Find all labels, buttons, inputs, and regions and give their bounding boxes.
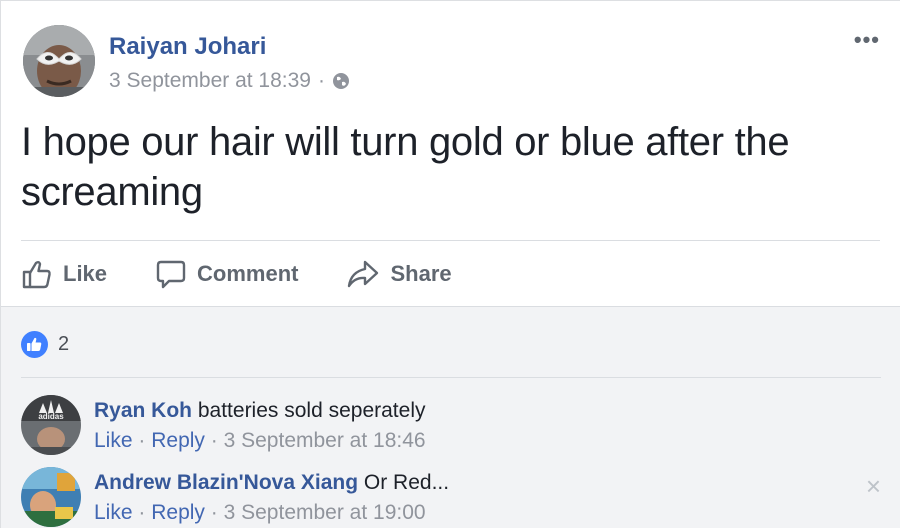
close-icon[interactable]: × (866, 471, 881, 502)
comment-reply-link[interactable]: Reply (151, 501, 205, 524)
commenter-avatar[interactable] (21, 467, 81, 527)
meta-separator: · (317, 69, 325, 92)
comment-like-link[interactable]: Like (94, 501, 133, 524)
thumbs-up-icon (21, 331, 48, 358)
thumbs-up-outline-icon (22, 261, 51, 289)
author-avatar-image (23, 25, 95, 97)
commenter-avatar-image (21, 467, 81, 527)
footer-separator: · (210, 501, 218, 524)
comment-body: Andrew Blazin'Nova Xiang Or Red... (94, 469, 449, 497)
post-meta: 3 September at 18:39 · (109, 69, 350, 93)
comment-text: batteries sold seperately (197, 399, 426, 422)
globe-icon[interactable] (332, 72, 350, 90)
comment-label: Comment (197, 261, 299, 286)
commenter-name[interactable]: Andrew Blazin'Nova Xiang (94, 471, 358, 494)
share-label: Share (390, 261, 452, 286)
footer-separator: · (138, 429, 146, 452)
footer-separator: · (138, 501, 146, 524)
commenter-avatar-image: adidas (21, 395, 81, 455)
comment-timestamp[interactable]: 3 September at 18:46 (224, 429, 426, 452)
action-bar: Like Comment Share (21, 251, 452, 297)
comment-timestamp[interactable]: 3 September at 19:00 (224, 501, 426, 524)
comment-footer: Like · Reply · 3 September at 19:00 (94, 501, 426, 525)
adidas-logo-text: adidas (38, 412, 64, 421)
comment-footer: Like · Reply · 3 September at 18:46 (94, 429, 426, 453)
post-timestamp[interactable]: 3 September at 18:39 (109, 69, 311, 93)
more-options-button[interactable]: ••• (854, 27, 880, 53)
like-label: Like (63, 261, 108, 286)
reaction-count: 2 (58, 333, 70, 355)
footer-separator: · (210, 429, 218, 452)
comment-like-link[interactable]: Like (94, 429, 133, 452)
post-card: Raiyan Johari 3 September at 18:39 · •••… (0, 0, 900, 528)
comment-button[interactable]: Comment (155, 258, 298, 290)
like-button[interactable]: Like (21, 258, 107, 290)
share-arrow-icon (348, 260, 379, 288)
author-avatar[interactable] (23, 25, 95, 97)
post-text: I hope our hair will turn gold or blue a… (21, 120, 790, 214)
divider (21, 240, 880, 241)
comments-section: 2 adidas Ryan Koh batteries sold seperat… (1, 306, 900, 528)
share-button[interactable]: Share (346, 258, 452, 290)
comment-reply-link[interactable]: Reply (151, 429, 205, 452)
author-name[interactable]: Raiyan Johari (109, 33, 266, 61)
comment-text: Or Red... (363, 471, 450, 494)
reactions-summary[interactable]: 2 (21, 331, 69, 358)
divider (21, 377, 881, 378)
comment-icon (156, 260, 186, 289)
commenter-name[interactable]: Ryan Koh (94, 399, 192, 422)
commenter-avatar[interactable]: adidas (21, 395, 81, 455)
comment-body: Ryan Koh batteries sold seperately (94, 397, 426, 425)
